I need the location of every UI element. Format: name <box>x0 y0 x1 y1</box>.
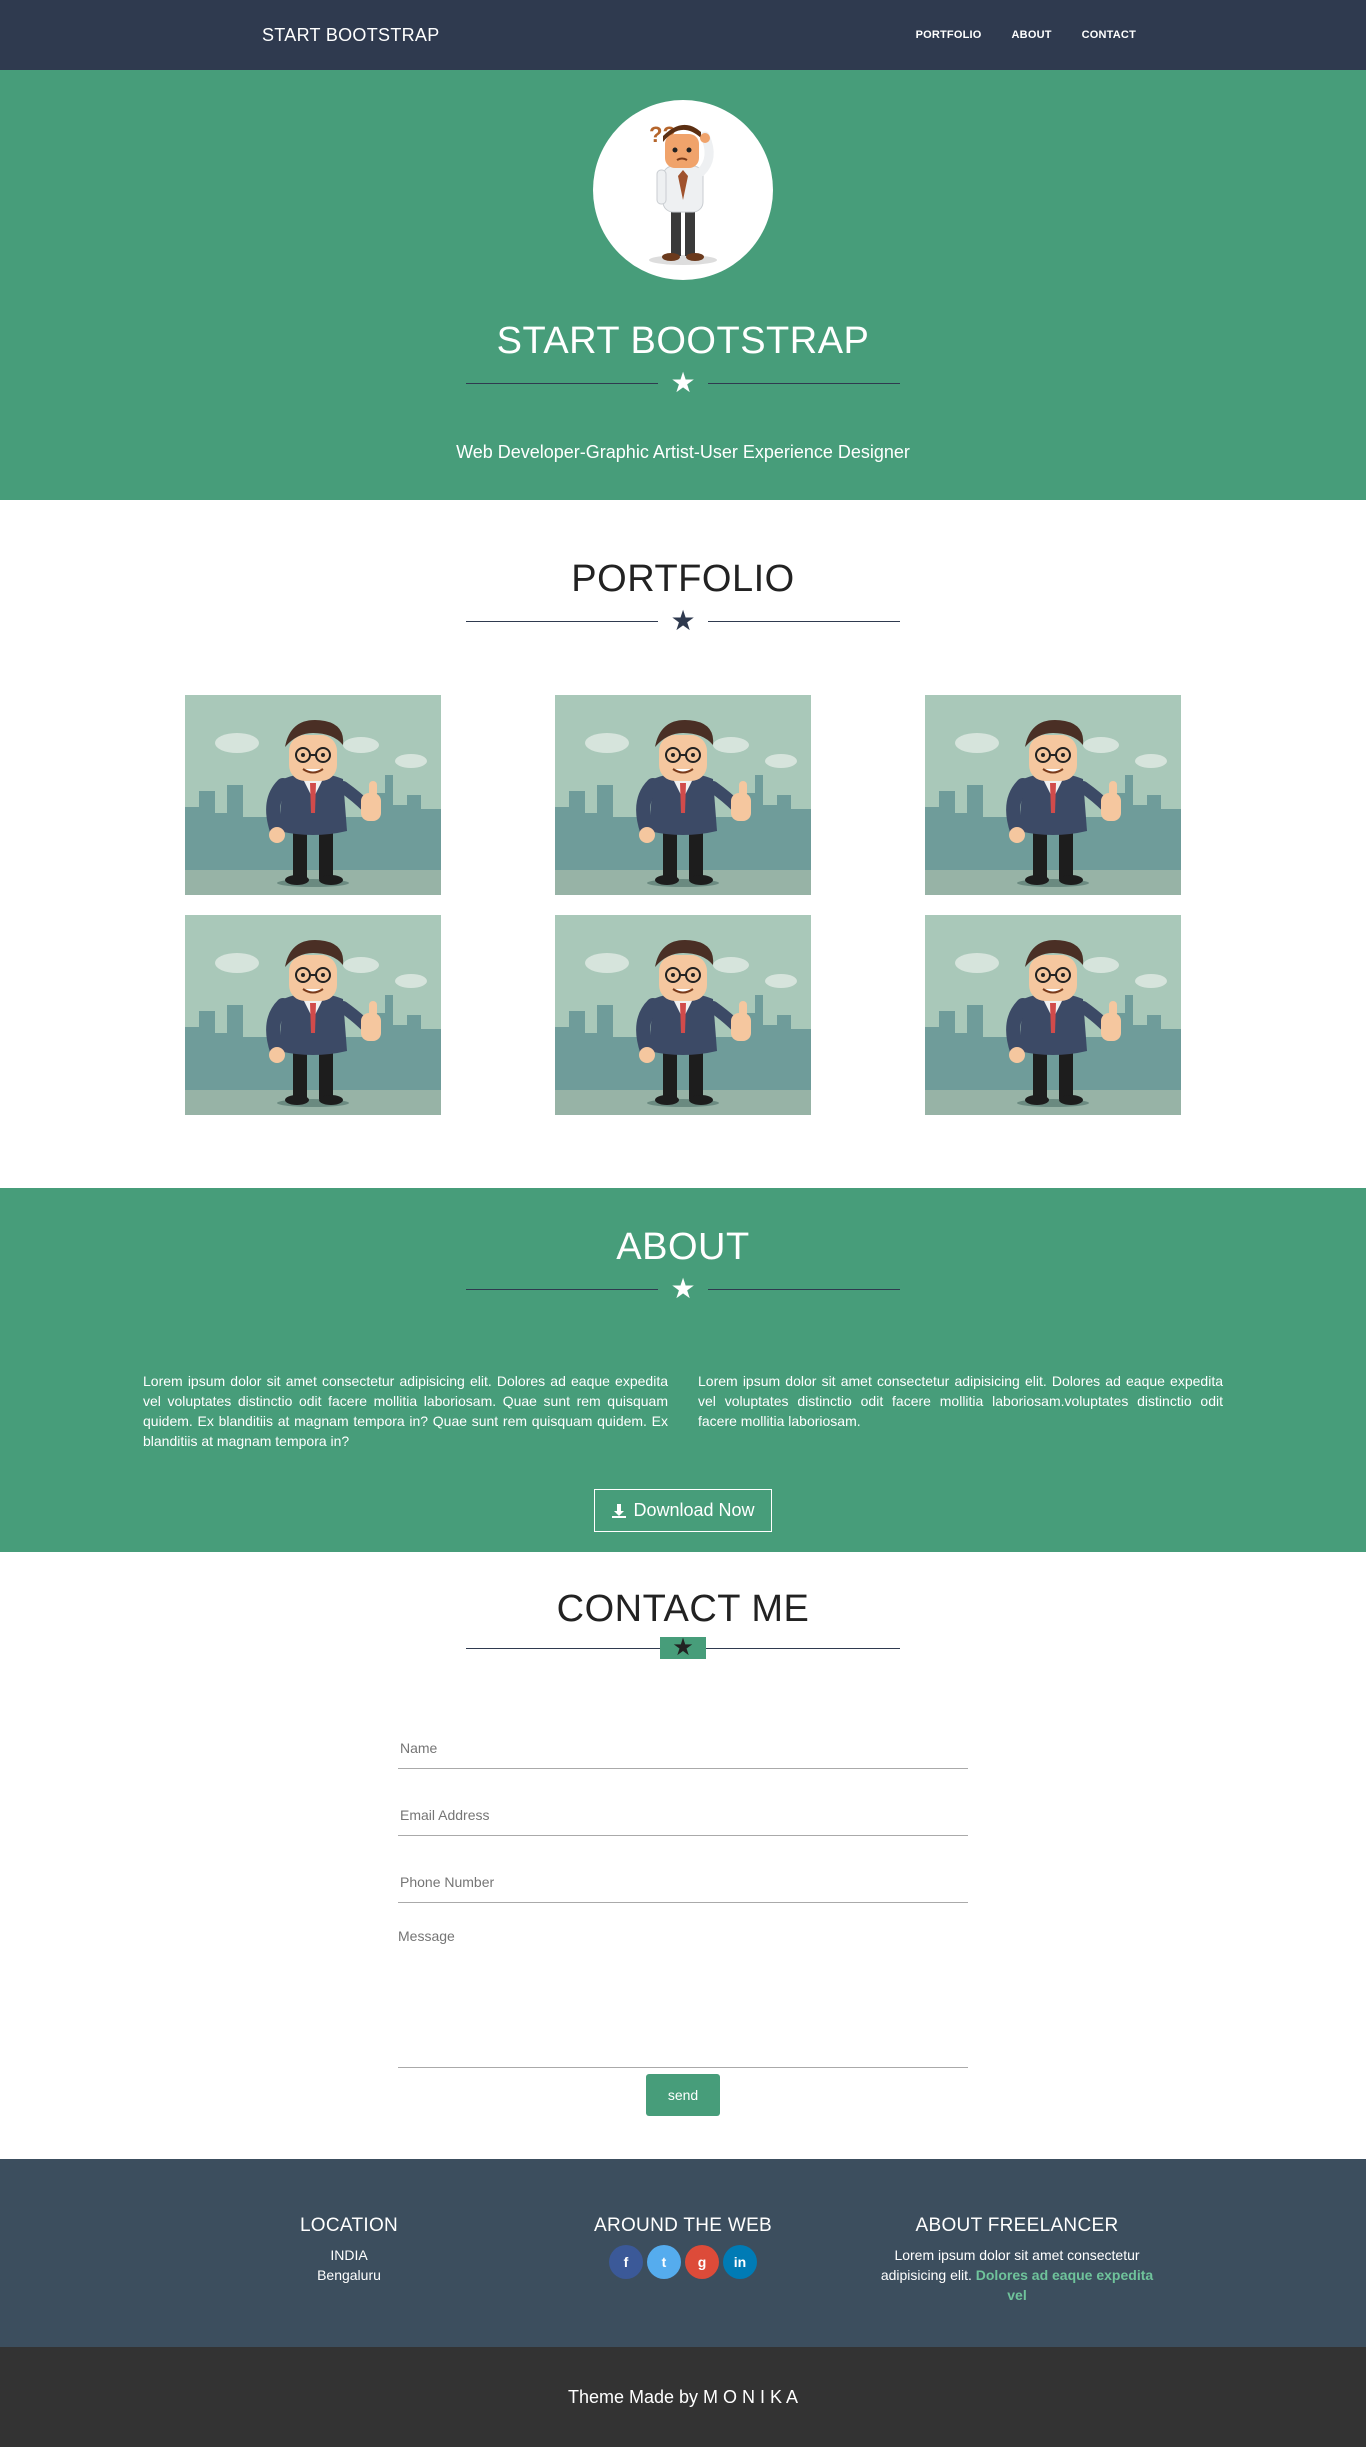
message-field-wrapper <box>398 1928 968 2068</box>
portfolio-item[interactable] <box>185 695 441 895</box>
footer-location: LOCATION INDIA Bengaluru <box>182 2215 516 2347</box>
portfolio-item[interactable] <box>185 915 441 1115</box>
businessman-thumbs-up-image <box>555 695 811 895</box>
facebook-icon[interactable]: f <box>609 2245 643 2279</box>
download-button[interactable]: Download Now <box>594 1489 772 1532</box>
download-icon <box>612 1503 627 1518</box>
businessman-thumbs-up-image <box>185 695 441 895</box>
navbar: START BOOTSTRAP PORTFOLIO ABOUT CONTACT <box>0 0 1366 70</box>
profile-avatar: ?? <box>593 100 773 280</box>
portfolio-item[interactable] <box>925 695 1181 895</box>
businessman-thumbs-up-image <box>555 915 811 1115</box>
confused-man-illustration: ?? <box>649 122 717 265</box>
portfolio-divider: ★ <box>466 605 901 636</box>
google-plus-icon[interactable]: g <box>685 2245 719 2279</box>
contact-section: CONTACT ME ★ send <box>0 1552 1366 2159</box>
portfolio-item[interactable] <box>555 695 811 895</box>
credit-text: Theme Made by M O N I K A <box>567 2386 799 2407</box>
phone-input[interactable] <box>400 1873 968 1890</box>
portfolio-grid <box>0 695 1366 1115</box>
email-input[interactable] <box>400 1806 968 1823</box>
about-text-right: Lorem ipsum dolor sit amet consectetur a… <box>698 1373 1223 1429</box>
divider-line <box>707 382 901 384</box>
portfolio-item[interactable] <box>555 915 811 1115</box>
nav-link-about[interactable]: ABOUT <box>1012 29 1052 41</box>
star-icon: ★ <box>670 605 696 636</box>
about-section: ABOUT ★ Lorem ipsum dolor sit amet conse… <box>0 1188 1366 1552</box>
divider-line <box>705 1647 901 1649</box>
divider-line <box>707 1288 901 1290</box>
web-title: AROUND THE WEB <box>593 2215 773 2236</box>
location-city: Bengaluru <box>317 2267 381 2283</box>
star-icon: ★ <box>670 367 696 398</box>
message-input[interactable] <box>398 1928 968 2067</box>
location-title: LOCATION <box>299 2215 399 2236</box>
contact-divider: ★ <box>466 1636 901 1660</box>
location-country: INDIA <box>330 2247 368 2263</box>
name-input[interactable] <box>400 1739 968 1756</box>
email-field-wrapper <box>398 1794 968 1836</box>
divider-line <box>466 1647 661 1649</box>
social-links: f t g in <box>516 2245 850 2279</box>
about-text-left: Lorem ipsum dolor sit amet consectetur a… <box>143 1373 668 1449</box>
about-divider: ★ <box>466 1273 901 1304</box>
portfolio-title: PORTFOLIO <box>571 558 795 600</box>
businessman-thumbs-up-image <box>925 915 1181 1115</box>
businessman-thumbs-up-image <box>185 915 441 1115</box>
contact-title: CONTACT ME <box>556 1588 810 1630</box>
phone-field-wrapper <box>398 1861 968 1903</box>
divider-line <box>466 382 659 384</box>
hero-section: ?? START BOOTSTRAP ★ Web Developer-Graph… <box>0 70 1366 500</box>
linkedin-icon[interactable]: in <box>723 2245 757 2279</box>
freelancer-link[interactable]: Dolores ad eaque expedita vel <box>976 2267 1153 2303</box>
star-icon: ★ <box>670 1273 696 1304</box>
send-button[interactable]: send <box>645 2074 721 2116</box>
footer: LOCATION INDIA Bengaluru AROUND THE WEB … <box>0 2159 1366 2347</box>
twitter-icon[interactable]: t <box>647 2245 681 2279</box>
footer-freelancer: ABOUT FREELANCER Lorem ipsum dolor sit a… <box>850 2215 1184 2347</box>
freelancer-text: Lorem ipsum dolor sit amet consectetur a… <box>850 2245 1184 2305</box>
download-label: Download Now <box>633 1500 755 1520</box>
footer-social: AROUND THE WEB f t g in <box>516 2215 850 2347</box>
businessman-thumbs-up-image <box>925 695 1181 895</box>
portfolio-section: PORTFOLIO ★ <box>0 500 1366 1188</box>
nav-link-contact[interactable]: CONTACT <box>1082 29 1136 41</box>
name-field-wrapper <box>398 1727 968 1769</box>
nav-link-portfolio[interactable]: PORTFOLIO <box>916 29 982 41</box>
nav-links: PORTFOLIO ABOUT CONTACT <box>916 29 1136 41</box>
divider-line <box>466 620 659 622</box>
hero-divider: ★ <box>466 367 901 398</box>
about-title: ABOUT <box>616 1226 750 1268</box>
hero-tagline: Web Developer-Graphic Artist-User Experi… <box>456 442 910 462</box>
contact-form: send <box>398 1727 968 2116</box>
about-columns: Lorem ipsum dolor sit amet consectetur a… <box>0 1371 1366 1451</box>
send-wrapper: send <box>398 2074 968 2116</box>
hero-title: START BOOTSTRAP <box>496 320 870 362</box>
star-icon: ★ <box>660 1636 706 1660</box>
brand[interactable]: START BOOTSTRAP <box>262 25 440 46</box>
freelancer-title: ABOUT FREELANCER <box>915 2215 1119 2236</box>
portfolio-item[interactable] <box>925 915 1181 1115</box>
divider-line <box>707 620 901 622</box>
credit-bar: Theme Made by M O N I K A <box>0 2347 1366 2447</box>
divider-line <box>466 1288 659 1290</box>
